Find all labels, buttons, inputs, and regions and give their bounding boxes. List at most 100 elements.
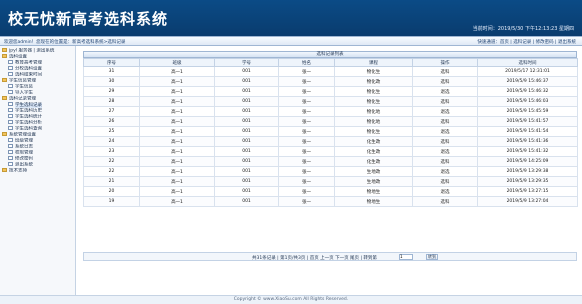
welcome-breadcrumb: 欢迎您admin！您现在的位置是：新高考选科系统>选科记录: [4, 40, 126, 45]
folder-icon: [2, 54, 7, 58]
table-cell: 001: [214, 156, 279, 167]
table-cell: 001: [214, 66, 279, 77]
table-cell: 物化生: [334, 96, 413, 107]
table-cell: 张一: [278, 166, 335, 177]
current-time: 当前时间：2019/5/30 下午12:13:23 星期四: [472, 26, 574, 32]
sidebar-tree: jpyl 服务器 | 退出系统 选科设置 教育高考管理 分校选科设置 选科结束时间 学生信…: [0, 46, 75, 174]
table-cell: 高一1: [139, 116, 215, 127]
table-cell: 张一: [278, 86, 335, 97]
table-cell: 001: [214, 106, 279, 117]
table-cell: 22: [83, 156, 140, 167]
sidebar-item-label: 班级管理: [15, 138, 33, 144]
column-header: 序号: [83, 58, 140, 67]
sidebar-item-label: 学生信息: [15, 84, 33, 90]
records-table: 序号 班级 学号 姓名 课程 操作 选科时间 31 高一1 001 张一 物化生 选科 2019/5/1…: [83, 58, 578, 207]
table-cell: 高一1: [139, 146, 215, 157]
footer: Copyright © www.XiaoSu.com All Rights Re…: [0, 295, 582, 304]
go-page-button[interactable]: 转到: [426, 254, 438, 260]
column-header: 操作: [412, 58, 478, 67]
table-cell: 23: [83, 146, 140, 157]
quick-links[interactable]: 快速通道：首页 | 选科记录 | 修改密码 | 退出系统: [477, 39, 576, 45]
table-cell: 001: [214, 196, 279, 207]
sidebar-item[interactable]: 技术支持: [0, 168, 75, 174]
operation-cell: 选科: [412, 176, 478, 187]
table-cell: 001: [214, 166, 279, 177]
table-cell: 2019/5/9 15:41:57: [477, 116, 578, 127]
table-cell: 2019/5/9 15:41:54: [477, 126, 578, 137]
table-cell: 张一: [278, 126, 335, 137]
sidebar-item-label: 导入学生: [15, 90, 33, 96]
sidebar-item-label: 学生信息管理: [9, 78, 36, 84]
sidebar-item-label: 学生选科统计: [15, 114, 42, 120]
sidebar-item-label: 教育高考管理: [15, 60, 42, 66]
table-cell: 高一1: [139, 106, 215, 117]
table-title: 选科记录列表: [83, 51, 577, 58]
folder-icon: [2, 168, 7, 172]
column-header: 学号: [214, 58, 279, 67]
table-cell: 生地政: [334, 176, 413, 187]
table-cell: 张一: [278, 136, 335, 147]
operation-cell: 退选: [412, 106, 478, 117]
operation-cell: 选科: [412, 196, 478, 207]
table-cell: 物化生: [334, 126, 413, 137]
table-header-row: 序号 班级 学号 姓名 课程 操作 选科时间: [83, 58, 578, 67]
folder-icon: [2, 78, 7, 82]
operation-cell: 选科: [412, 136, 478, 147]
table-cell: 高一1: [139, 176, 215, 187]
table-body: 31 高一1 001 张一 物化生 选科 2019/5/17 12:31:01 30 高一1 00…: [83, 66, 578, 207]
page-icon: [8, 156, 13, 160]
operation-cell: 选科: [412, 156, 478, 167]
table-cell: 物地生: [334, 186, 413, 197]
table-cell: 2019/5/9 15:46:37: [477, 76, 578, 87]
sidebar-item-label: 学生选科查询: [15, 126, 42, 132]
table-cell: 001: [214, 176, 279, 187]
page-icon: [8, 102, 13, 106]
table-cell: 22: [83, 166, 140, 177]
table-cell: 20: [83, 186, 140, 197]
table-cell: 2019/5/9 15:45:59: [477, 106, 578, 117]
table-cell: 001: [214, 96, 279, 107]
page-number-input[interactable]: 1: [399, 254, 413, 260]
sidebar-item-label: 系统日志: [15, 144, 33, 150]
table-cell: 2019/5/9 13:29:38: [477, 166, 578, 177]
operation-cell: 选科: [412, 96, 478, 107]
table-cell: 25: [83, 126, 140, 137]
folder-icon: [2, 132, 7, 136]
sidebar-item-label: 分校选科设置: [15, 66, 42, 72]
table-cell: 张一: [278, 76, 335, 87]
table-cell: 24: [83, 136, 140, 147]
table-row: 22 高一1 001 张一 生地政 退选 2019/5/9 13:29:38: [83, 166, 578, 177]
table-cell: 高一1: [139, 126, 215, 137]
operation-cell: 选科: [412, 116, 478, 127]
operation-cell: 退选: [412, 166, 478, 177]
column-header: 选科时间: [477, 58, 578, 67]
operation-cell: 退选: [412, 146, 478, 157]
table-cell: 高一1: [139, 76, 215, 87]
table-cell: 张一: [278, 66, 335, 77]
table-cell: 31: [83, 66, 140, 77]
table-row: 22 高一1 001 张一 化生政 选科 2019/5/9 14:25:09: [83, 156, 578, 167]
table-cell: 2019/5/9 15:46:03: [477, 96, 578, 107]
table-cell: 2019/5/9 15:41:36: [477, 136, 578, 147]
table-cell: 2019/5/9 15:46:32: [477, 86, 578, 97]
page-icon: [8, 120, 13, 124]
table-cell: 21: [83, 176, 140, 187]
table-cell: 化生政: [334, 156, 413, 167]
pager: 共31条记录 | 第1页/共3页 | 首页 上一页 下一页 尾页 | 转到第 1…: [83, 252, 577, 261]
table-cell: 物化生: [334, 86, 413, 97]
page-icon: [8, 114, 13, 118]
table-cell: 化生政: [334, 136, 413, 147]
operation-cell: 选科: [412, 66, 478, 77]
page-icon: [8, 108, 13, 112]
table-row: 27 高一1 001 张一 物化地 退选 2019/5/9 15:45:59: [83, 106, 578, 117]
operation-cell: 退选: [412, 126, 478, 137]
sidebar-item-label: 学生选科记录: [15, 102, 42, 108]
folder-icon: [2, 96, 7, 100]
table-cell: 2019/5/9 13:27:15: [477, 186, 578, 197]
table-cell: 张一: [278, 106, 335, 117]
sidebar-item-label: 选科设置: [9, 54, 27, 60]
table-cell: 001: [214, 136, 279, 147]
table-cell: 高一1: [139, 96, 215, 107]
table-cell: 27: [83, 106, 140, 117]
pager-text[interactable]: 共31条记录 | 第1页/共3页 | 首页 上一页 下一页 尾页 | 转到第: [252, 255, 377, 261]
